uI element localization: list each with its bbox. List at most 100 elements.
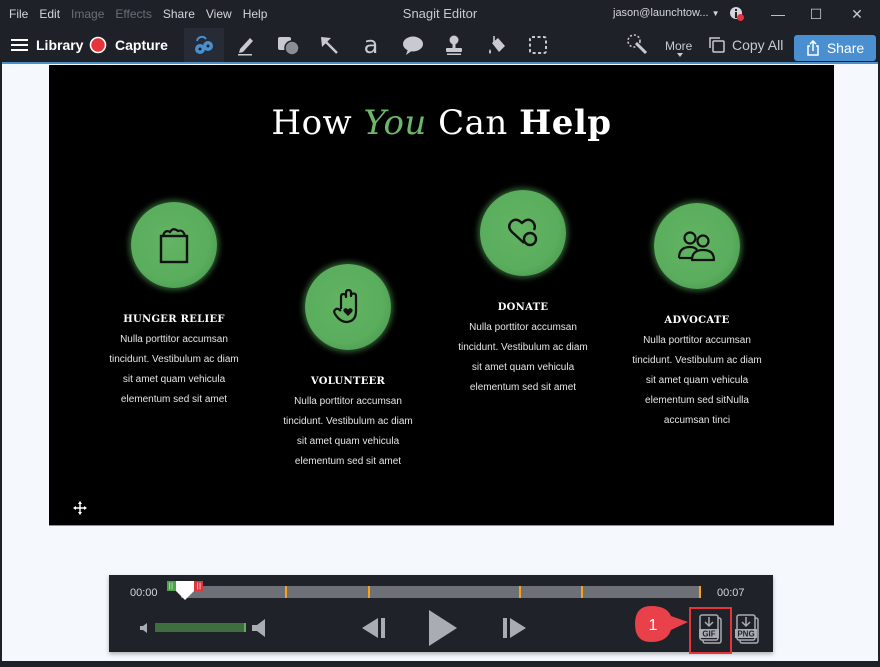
minimize-icon[interactable]: — bbox=[768, 4, 788, 24]
gif-player: 00:00 00:07 1 GIF PNG bbox=[109, 575, 773, 654]
menu-edit[interactable]: Edit bbox=[39, 7, 60, 21]
card-text: Nulla porttitor accumsan tincidunt. Vest… bbox=[443, 318, 603, 398]
card-line: tincidunt. Vestibulum ac diam bbox=[458, 342, 588, 353]
capture-label: Capture bbox=[115, 37, 168, 53]
card-heading: HUNGER RELIEF bbox=[123, 314, 225, 325]
magic-wand-tool[interactable] bbox=[618, 28, 658, 62]
play-icon[interactable] bbox=[427, 609, 459, 647]
menu-bar: File Edit Image Effects Share View Help bbox=[9, 7, 278, 21]
green-circle bbox=[131, 202, 217, 288]
time-end: 00:07 bbox=[717, 587, 745, 599]
card-line: sit amet quam vehicula bbox=[122, 374, 226, 385]
card-text: Nulla porttitor accumsan tincidunt. Vest… bbox=[268, 392, 428, 472]
notification-icon[interactable] bbox=[729, 6, 745, 22]
chevron-down-icon: ▼ bbox=[711, 9, 720, 18]
card-heading: DONATE bbox=[497, 302, 549, 313]
card-line: Nulla porttitor accumsan bbox=[643, 335, 751, 346]
stamp-tool[interactable] bbox=[434, 28, 474, 62]
card-line: elementum sed sit amet bbox=[294, 456, 402, 467]
volume-low-icon[interactable] bbox=[139, 622, 149, 634]
favorites-icon bbox=[195, 35, 213, 54]
card-line: Nulla porttitor accumsan bbox=[120, 334, 228, 345]
green-circle bbox=[305, 264, 391, 350]
account-menu[interactable]: jason@launchtow... ▼ bbox=[613, 7, 719, 19]
library-button[interactable]: Library bbox=[11, 28, 83, 62]
more-button[interactable]: More bbox=[665, 39, 693, 57]
card-line: elementum sed sit amet bbox=[120, 394, 228, 405]
card-line: sit amet quam vehicula bbox=[471, 362, 575, 373]
more-caret-icon bbox=[677, 53, 683, 57]
share-icon bbox=[807, 40, 819, 56]
shape-tool[interactable] bbox=[268, 28, 308, 62]
card-heading: VOLUNTEER bbox=[310, 376, 386, 387]
card-advocate: ADVOCATE Nulla porttitor accumsan tincid… bbox=[617, 203, 777, 431]
toolbar: Library Capture a More Copy All bbox=[2, 28, 878, 64]
title-can: Can bbox=[426, 103, 520, 143]
volume-high-icon[interactable] bbox=[251, 619, 267, 637]
card-line: tincidunt. Vestibulum ac diam bbox=[283, 416, 413, 427]
card-donate: DONATE Nulla porttitor accumsan tincidun… bbox=[443, 190, 603, 398]
card-line: elementum sed sitNulla bbox=[645, 395, 749, 406]
fill-tool[interactable] bbox=[476, 28, 516, 62]
account-email: jason@launchtow... bbox=[613, 7, 709, 19]
pen-icon bbox=[238, 38, 253, 56]
heart-coin-icon bbox=[508, 218, 538, 247]
share-label: Share bbox=[826, 40, 865, 56]
volume-slider[interactable] bbox=[155, 623, 246, 632]
export-gif-button[interactable]: GIF bbox=[698, 612, 724, 646]
card-text: Nulla porttitor accumsan tincidunt. Vest… bbox=[617, 331, 777, 431]
card-line: elementum sed sit amet bbox=[469, 382, 577, 393]
copy-all-button[interactable]: Copy All bbox=[708, 36, 783, 54]
menu-image: Image bbox=[71, 7, 105, 21]
capture-button[interactable]: Capture bbox=[89, 28, 168, 62]
title-you: You bbox=[363, 103, 427, 143]
selection-icon bbox=[529, 36, 547, 54]
card-line: tincidunt. Vestibulum ac diam bbox=[109, 354, 239, 365]
step-callout-badge: 1 bbox=[635, 606, 688, 642]
hamburger-icon bbox=[11, 39, 28, 51]
menu-file[interactable]: File bbox=[9, 7, 28, 21]
editor-canvas[interactable]: How You Can Help HUNGER RELIEF Nulla por… bbox=[49, 65, 834, 526]
move-icon[interactable] bbox=[73, 501, 87, 515]
frame-marker bbox=[699, 586, 701, 598]
hand-heart-icon bbox=[333, 289, 358, 324]
maximize-icon[interactable]: ☐ bbox=[806, 4, 826, 24]
arrow-icon bbox=[321, 37, 338, 54]
close-icon[interactable]: ✕ bbox=[847, 4, 867, 24]
shape-icon bbox=[278, 37, 300, 56]
card-line: Nulla porttitor accumsan bbox=[294, 396, 402, 407]
text-tool[interactable]: a bbox=[351, 28, 391, 62]
card-line: accumsan tinci bbox=[663, 415, 731, 426]
text-icon: a bbox=[363, 31, 379, 59]
timeline-track[interactable] bbox=[181, 586, 701, 598]
pen-tool[interactable] bbox=[226, 28, 266, 62]
grocery-bag-icon bbox=[159, 228, 189, 264]
card-line: sit amet quam vehicula bbox=[296, 436, 400, 447]
menu-view[interactable]: View bbox=[206, 7, 232, 21]
more-label: More bbox=[665, 39, 693, 53]
arrow-tool[interactable] bbox=[309, 28, 349, 62]
status-strip bbox=[2, 661, 878, 667]
selection-tool[interactable] bbox=[518, 28, 558, 62]
callout-tool[interactable] bbox=[393, 28, 433, 62]
fill-icon bbox=[489, 36, 505, 54]
card-line: sit amet quam vehicula bbox=[645, 375, 749, 386]
frame-marker bbox=[368, 586, 370, 598]
frame-marker bbox=[285, 586, 287, 598]
next-frame-icon[interactable] bbox=[500, 613, 528, 643]
favorites-tool[interactable] bbox=[184, 28, 224, 62]
frame-marker bbox=[519, 586, 521, 598]
gif-label: GIF bbox=[702, 630, 715, 639]
share-button[interactable]: Share bbox=[794, 35, 876, 61]
export-png-button[interactable]: PNG bbox=[735, 612, 761, 646]
card-text: Nulla porttitor accumsan tincidunt. Vest… bbox=[94, 330, 254, 410]
playhead-handle[interactable] bbox=[167, 581, 203, 601]
title-help: Help bbox=[519, 103, 612, 143]
callout-number: 1 bbox=[649, 617, 658, 634]
previous-frame-icon[interactable] bbox=[360, 613, 388, 643]
frame-marker bbox=[581, 586, 583, 598]
slide-title: How You Can Help bbox=[49, 103, 834, 143]
record-icon bbox=[89, 36, 107, 54]
menu-help[interactable]: Help bbox=[243, 7, 268, 21]
menu-share[interactable]: Share bbox=[163, 7, 195, 21]
